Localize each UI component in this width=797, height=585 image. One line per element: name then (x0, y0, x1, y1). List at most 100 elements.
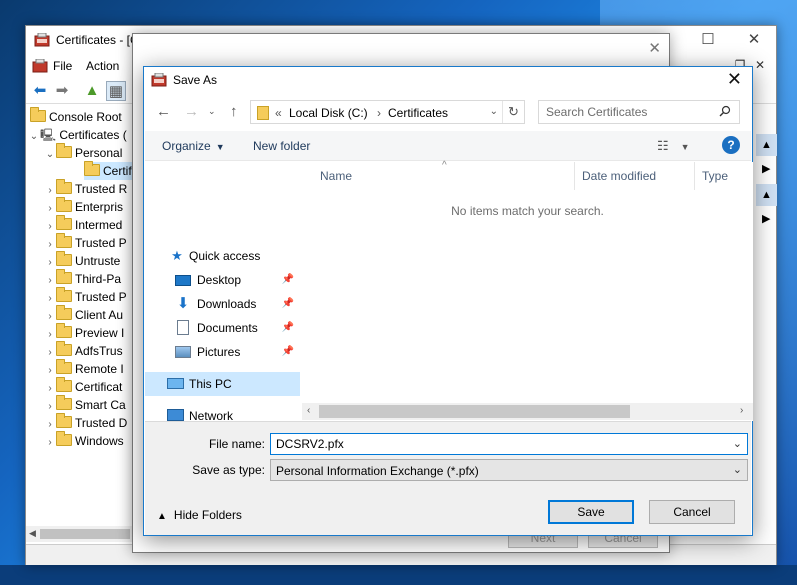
column-divider[interactable] (694, 162, 695, 190)
tree-node-store[interactable]: › Untruste (44, 251, 120, 270)
tree-node-personal-certificates[interactable]: Certifi (84, 161, 138, 180)
menu-action[interactable]: Action (86, 59, 119, 73)
search-icon[interactable] (719, 105, 731, 117)
pin-icon[interactable]: 📌 (282, 268, 294, 292)
pin-icon[interactable]: 📌 (282, 316, 294, 340)
save-as-type-select[interactable]: Personal Information Exchange (*.pfx) ⌄ (270, 459, 748, 481)
column-header-name[interactable]: Name (320, 169, 352, 183)
more-actions-icon-2[interactable]: ▶ (762, 212, 770, 225)
tree-node-store[interactable]: › Certificat (44, 377, 122, 396)
scroll-right-icon[interactable]: › (740, 405, 743, 416)
tree-node-label: Smart Ca (75, 398, 126, 412)
details-view-icon: ☷ (657, 138, 669, 153)
pin-icon[interactable]: 📌 (282, 340, 294, 364)
expand-chevron-icon[interactable]: › (44, 434, 56, 452)
help-icon[interactable]: ? (722, 136, 740, 154)
address-dropdown-icon[interactable]: ⌄ (490, 106, 498, 117)
breadcrumb-certificates[interactable]: Certificates (388, 106, 448, 120)
refresh-icon[interactable]: ↻ (502, 101, 524, 123)
tree-node-store[interactable]: › Windows (44, 431, 124, 452)
nav-item-this-pc[interactable]: This PC (145, 372, 300, 396)
forward-arrow-icon[interactable]: → (184, 103, 199, 120)
tree-node-store[interactable]: › Third-Pa (44, 269, 122, 288)
up-arrow-icon[interactable]: ↑ (230, 103, 238, 120)
new-folder-button[interactable]: New folder (253, 139, 310, 153)
dropdown-caret-icon: ▼ (215, 142, 225, 152)
nav-item-downloads[interactable]: ⬇ Downloads 📌 (145, 292, 300, 316)
tree-node-store[interactable]: › Trusted R (44, 179, 127, 198)
change-view-button[interactable]: ☷ ▼ (657, 138, 690, 154)
tree-node-certificates[interactable]: ⌄ 🖳 Certificates ( (28, 126, 127, 144)
tree-node-personal[interactable]: ⌄ Personal (44, 143, 123, 164)
tree-node-console-root[interactable]: Console Root (30, 107, 122, 126)
tree-node-label: Third-Pa (75, 272, 122, 286)
back-arrow-icon[interactable]: ← (156, 103, 171, 120)
tree-node-store[interactable]: › Trusted D (44, 413, 127, 432)
console-tree-hscrollbar[interactable]: ◀ (26, 526, 138, 542)
search-input[interactable] (540, 102, 710, 122)
nav-item-quick-access[interactable]: ★ Quick access (145, 244, 300, 268)
address-bar[interactable]: « Local Disk (C:) › Certificates ⌄ ↻ (250, 100, 525, 124)
organize-button[interactable]: Organize ▼ (162, 139, 225, 153)
star-icon: ★ (171, 248, 183, 263)
console-menu-icon[interactable] (32, 59, 48, 73)
forward-arrow-icon[interactable]: ➡ (52, 81, 72, 101)
file-list-hscrollbar[interactable]: ‹ › (302, 403, 753, 420)
column-header-type[interactable]: Type (702, 169, 728, 183)
tree-node-store[interactable]: › Remote I (44, 359, 124, 378)
collapse-chevron-icon[interactable]: ⌄ (28, 128, 40, 146)
pin-icon[interactable]: 📌 (282, 292, 294, 316)
file-name-combobox[interactable]: ⌄ (270, 433, 748, 455)
save-as-type-value: Personal Information Exchange (*.pfx) (276, 464, 479, 478)
dialog-close-icon[interactable]: ✕ (727, 69, 742, 90)
save-button[interactable]: Save (548, 500, 634, 524)
chevron-down-icon[interactable]: ⌄ (733, 463, 742, 476)
actions-collapse-icon-2[interactable]: ▲ (756, 184, 777, 206)
breadcrumb-local-disk[interactable]: Local Disk (C:) (289, 106, 368, 120)
tree-node-store[interactable]: › Trusted P (44, 233, 127, 252)
column-divider[interactable] (574, 162, 575, 190)
hide-folders-button[interactable]: ▲ Hide Folders (157, 508, 242, 522)
cancel-button[interactable]: Cancel (649, 500, 735, 524)
file-name-input[interactable] (272, 435, 722, 453)
tree-node-label: Certificates ( (59, 128, 127, 142)
nav-item-desktop[interactable]: Desktop 📌 (145, 268, 300, 292)
document-icon (177, 320, 189, 335)
tree-node-store[interactable]: › Client Au (44, 305, 123, 324)
tree-node-store[interactable]: › Smart Ca (44, 395, 126, 414)
column-header-date-modified[interactable]: Date modified (582, 169, 656, 183)
folder-icon (56, 143, 72, 158)
collapse-chevron-icon[interactable]: ⌄ (44, 146, 56, 164)
recent-locations-chevron-icon[interactable]: ⌄ (208, 106, 216, 117)
menu-file[interactable]: File (53, 59, 72, 73)
tree-node-store[interactable]: › Enterpris (44, 197, 123, 216)
up-folder-icon[interactable]: ▲ (82, 81, 102, 101)
more-actions-icon[interactable]: ▶ (762, 162, 770, 175)
search-box[interactable] (538, 100, 740, 124)
child-close-icon[interactable]: ✕ (750, 58, 770, 72)
scroll-thumb[interactable] (319, 405, 630, 418)
tree-node-label: Personal (75, 146, 123, 160)
wizard-close-icon[interactable]: ✕ (648, 39, 661, 57)
tree-node-store[interactable]: › Trusted P (44, 287, 127, 306)
file-list: ^ Name Date modified Type No items match… (302, 160, 753, 421)
show-tree-icon[interactable]: ▦ (106, 81, 126, 101)
chevron-down-icon[interactable]: ⌄ (733, 437, 742, 450)
scroll-left-icon[interactable]: ◀ (29, 528, 36, 539)
scroll-left-icon[interactable]: ‹ (307, 405, 310, 416)
tree-node-store[interactable]: › Intermed (44, 215, 122, 234)
back-arrow-icon[interactable]: ⬅ (30, 81, 50, 101)
nav-item-documents[interactable]: Documents 📌 (145, 316, 300, 340)
nav-item-label: Desktop (197, 273, 242, 287)
close-icon[interactable]: ✕ (734, 30, 774, 52)
tree-node-store[interactable]: › Preview I (44, 323, 124, 342)
nav-item-pictures[interactable]: Pictures 📌 (145, 340, 300, 364)
actions-pane: ▲ ▶ ▲ ▶ (756, 126, 777, 556)
nav-item-label: Pictures (197, 345, 241, 359)
tree-node-store[interactable]: › AdfsTrus (44, 341, 123, 360)
maximize-icon[interactable]: ☐ (688, 30, 728, 52)
scroll-thumb[interactable] (40, 529, 130, 539)
breadcrumb-overflow[interactable]: « (275, 106, 282, 120)
breadcrumb-separator-icon[interactable]: › (377, 106, 381, 120)
actions-collapse-icon[interactable]: ▲ (756, 134, 777, 156)
